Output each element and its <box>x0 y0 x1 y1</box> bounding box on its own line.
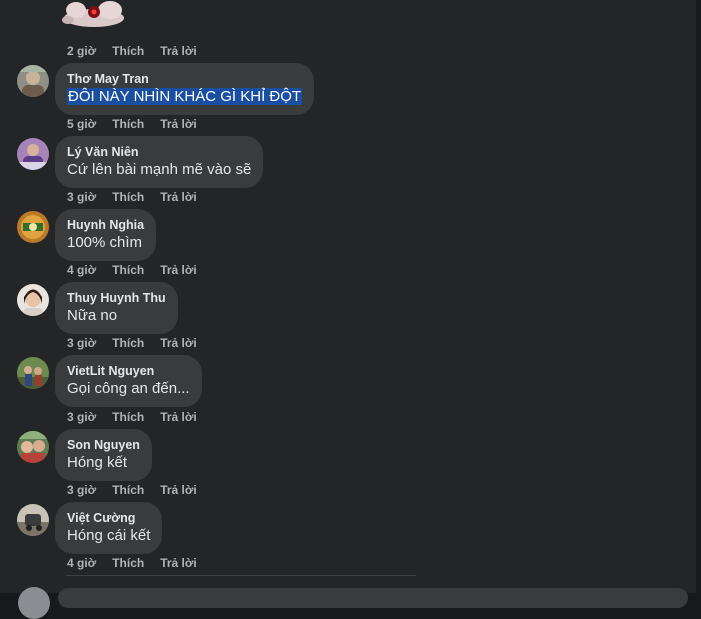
comment-input[interactable] <box>58 588 688 608</box>
commenter-name[interactable]: Thuy Huynh Thu <box>67 290 166 306</box>
commenter-name[interactable]: Việt Cường <box>67 510 150 526</box>
avatar[interactable] <box>17 211 49 243</box>
avatar[interactable] <box>17 504 49 536</box>
like-button[interactable]: Thích <box>112 410 144 424</box>
comment-actions: 4 giờ Thích Trả lời <box>67 556 197 570</box>
like-button[interactable]: Thích <box>112 556 144 570</box>
comment-text: Gọi công an đến... <box>67 380 190 397</box>
comment-time: 3 giờ <box>67 410 97 424</box>
comment-time: 4 giờ <box>67 556 97 570</box>
reply-button[interactable]: Trả lời <box>160 483 197 497</box>
commenter-name[interactable]: Lý Văn Niên <box>67 144 251 160</box>
commenter-name[interactable]: VietLit Nguyen <box>67 363 190 379</box>
comment-bubble: Son Nguyen Hóng kết <box>55 429 152 481</box>
comment-text: Hóng kết <box>67 454 128 471</box>
reply-button[interactable]: Trả lời <box>160 336 197 350</box>
commenter-name[interactable]: Huynh Nghia <box>67 217 144 233</box>
avatar[interactable] <box>17 65 49 97</box>
like-button[interactable]: Thích <box>112 336 144 350</box>
comment-bubble: Lý Văn Niên Cứ lên bài mạnh mẽ vào sẽ <box>55 136 264 188</box>
comment-actions: 3 giờ Thích Trả lời <box>67 336 197 350</box>
reply-button[interactable]: Trả lời <box>160 44 197 58</box>
comment-text: Nữa no <box>67 307 118 324</box>
comments-feed: 2 giờ Thích Trả lời Thơ May Tran ĐÔI NÀY… <box>0 0 701 619</box>
comment-actions: 3 giờ Thích Trả lời <box>67 190 197 204</box>
avatar[interactable] <box>17 357 49 389</box>
comment-text: 100% chìm <box>67 234 143 251</box>
comment-text: ĐÔI NÀY NHÌN KHÁC GÌ KHỈ ĐỘT <box>67 88 303 105</box>
comment-time: 4 giờ <box>67 263 97 277</box>
reply-button[interactable]: Trả lời <box>160 556 197 570</box>
comment-bubble: Việt Cường Hóng cái kết <box>55 502 163 554</box>
commenter-name[interactable]: Son Nguyen <box>67 437 140 453</box>
like-button[interactable]: Thích <box>112 190 144 204</box>
comment-time: 2 giờ <box>67 44 97 58</box>
comment-actions: 3 giờ Thích Trả lời <box>67 410 197 424</box>
commenter-name[interactable]: Thơ May Tran <box>67 71 302 87</box>
comment-bubble: Thơ May Tran ĐÔI NÀY NHÌN KHÁC GÌ KHỈ ĐỘ… <box>55 63 315 115</box>
comment-actions: 5 giờ Thích Trả lời <box>67 117 197 131</box>
reply-button[interactable]: Trả lời <box>160 117 197 131</box>
avatar[interactable] <box>17 284 49 316</box>
comment-text: Cứ lên bài mạnh mẽ vào sẽ <box>67 161 252 178</box>
like-button[interactable]: Thích <box>112 483 144 497</box>
reply-button[interactable]: Trả lời <box>160 263 197 277</box>
comment-actions: 3 giờ Thích Trả lời <box>67 483 197 497</box>
comment-bubble: Huynh Nghia 100% chìm <box>55 209 157 261</box>
comment-bubble: Thuy Huynh Thu Nữa no <box>55 282 178 334</box>
comment-actions: 2 giờ Thích Trả lời <box>67 44 197 58</box>
comment-text: Hóng cái kết <box>67 527 151 544</box>
comment-bubble: VietLit Nguyen Gọi công an đến... <box>55 355 202 407</box>
scrollbar-track[interactable] <box>696 0 701 593</box>
avatar[interactable] <box>17 138 49 170</box>
like-button[interactable]: Thích <box>112 117 144 131</box>
avatar[interactable] <box>18 587 50 619</box>
avatar[interactable] <box>17 431 49 463</box>
divider <box>66 575 416 576</box>
like-button[interactable]: Thích <box>112 263 144 277</box>
reply-button[interactable]: Trả lời <box>160 410 197 424</box>
sticker-image <box>62 1 124 27</box>
reply-button[interactable]: Trả lời <box>160 190 197 204</box>
like-button[interactable]: Thích <box>112 44 144 58</box>
comment-actions: 4 giờ Thích Trả lời <box>67 263 197 277</box>
comment-time: 5 giờ <box>67 117 97 131</box>
comment-time: 3 giờ <box>67 190 97 204</box>
comment-time: 3 giờ <box>67 336 97 350</box>
comment-time: 3 giờ <box>67 483 97 497</box>
